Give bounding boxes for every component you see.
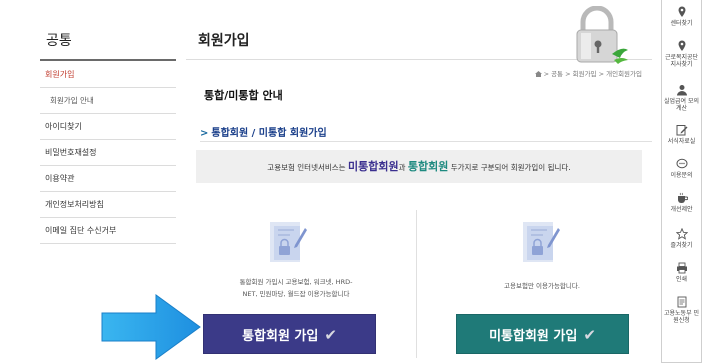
quick-item-label: 즐겨찾기 (670, 242, 693, 249)
sub-title-divider (200, 141, 652, 142)
quick-item-suggestion[interactable]: 개선제안 (662, 192, 701, 213)
info-integrated-highlight: 통합회원 (407, 160, 449, 173)
quick-item-label: 개선제안 (670, 206, 693, 213)
info-nonintegrated-highlight: 미통합회원 (347, 160, 399, 173)
quick-item-label: 고용노동부 민원신청 (663, 310, 700, 324)
sidebar-menu: 회원가입 회원가입 안내 아이디찾기 비밀번호재설정 이용약관 개인정보처리방침… (40, 62, 176, 244)
chevron-right-icon: > (200, 128, 209, 139)
sidebar-item-signup-guide[interactable]: 회원가입 안내 (40, 88, 176, 114)
padlock-icon (576, 6, 628, 64)
checkmark-icon: ✔ (583, 326, 596, 344)
integrated-description-line1: 통합회원 가입시 고용보험, 워크넷, HRD- (239, 278, 353, 286)
chat-icon (676, 158, 687, 169)
quick-item-label: 센터찾기 (670, 20, 693, 27)
document-icon (677, 296, 686, 308)
quick-menu-bar: 센터찾기 근로복지공단 지사찾기 실업급여 모의계산 서식자료실 이용문의 개선… (661, 0, 702, 363)
edit-icon (676, 125, 687, 136)
quick-item-center-search[interactable]: 센터찾기 (662, 6, 701, 27)
nonintegrated-signup-button[interactable]: 미통합회원 가입 ✔ (456, 314, 629, 354)
quick-item-label: 근로복지공단 지사찾기 (664, 54, 699, 68)
section-title: 통합/미통합 안내 (204, 89, 283, 102)
quick-item-inquiry[interactable]: 이용문의 (662, 158, 701, 179)
integrated-signup-button[interactable]: 통합회원 가입 ✔ (203, 314, 376, 354)
main-content: 회원가입 > 공통 > 회원가입 > 개인회원가입 통합/미통합 안내 > 통합회… (186, 0, 652, 363)
integrated-description-line2: NET, 민원마당, 월드잡 이용가능합니다 (242, 290, 350, 298)
coffee-icon (677, 192, 688, 203)
sidebar-title: 공통 (46, 33, 72, 49)
sidebar-item-terms[interactable]: 이용약관 (40, 166, 176, 192)
quick-item-benefit-calculator[interactable]: 실업급여 모의계산 (662, 84, 701, 112)
info-suffix: 두가지로 구분되어 회원가입이 됩니다. (448, 163, 571, 172)
map-pin-icon (678, 6, 685, 17)
sidebar-divider (40, 59, 176, 61)
info-prefix: 고용보험 인터넷서비스는 (267, 163, 348, 172)
star-icon (675, 228, 688, 240)
quick-item-label: 서식자료실 (667, 138, 696, 145)
quick-item-ministry-petition[interactable]: 고용노동부 민원신청 (662, 296, 701, 324)
pointer-arrow-icon (101, 294, 201, 360)
document-edit-icon (523, 222, 560, 262)
breadcrumb: > 공통 > 회원가입 > 개인회원가입 (534, 68, 642, 78)
nonintegrated-description: 고용보험만 이용가능합니다. (504, 282, 580, 290)
info-mid: 과 (398, 163, 408, 172)
column-divider (416, 210, 417, 358)
sidebar-item-reset-password[interactable]: 비밀번호재설정 (40, 140, 176, 166)
quick-item-favorites[interactable]: 즐겨찾기 (662, 228, 701, 249)
quick-item-label: 인쇄 (675, 276, 688, 283)
sidebar-item-signup[interactable]: 회원가입 (40, 62, 176, 88)
quick-item-print[interactable]: 인쇄 (662, 262, 701, 283)
integrated-description: 통합회원 가입시 고용보험, 워크넷, HRD- NET, 민원마당, 월드잡 … (210, 276, 382, 300)
sub-title: > 통합회원 / 미통합 회원가입 (200, 124, 327, 139)
nonintegrated-signup-label: 미통합회원 가입 (489, 329, 578, 344)
sidebar-item-email-refusal[interactable]: 이메일 집단 수신거부 (40, 218, 176, 244)
sidebar-item-find-id[interactable]: 아이디찾기 (40, 114, 176, 140)
print-icon (676, 262, 687, 274)
home-icon[interactable] (534, 71, 542, 77)
quick-item-forms[interactable]: 서식자료실 (662, 124, 701, 145)
quick-item-label: 실업급여 모의계산 (663, 98, 700, 112)
integrated-signup-label: 통합회원 가입 (242, 329, 319, 344)
info-box: 고용보험 인터넷서비스는 미통합회원과 통합회원 두가지로 구분되어 회원가입이… (196, 150, 642, 183)
quick-item-branch-search[interactable]: 근로복지공단 지사찾기 (662, 40, 701, 68)
document-edit-icon (270, 222, 307, 262)
sub-title-text: 통합회원 / 미통합 회원가입 (211, 128, 327, 139)
breadcrumb-path: > 공통 > 회원가입 > 개인회원가입 (543, 70, 642, 78)
person-icon (676, 85, 687, 96)
quick-item-label: 이용문의 (670, 172, 693, 179)
page-title: 회원가입 (198, 33, 250, 49)
checkmark-icon: ✔ (324, 326, 337, 344)
map-pin-icon (678, 40, 685, 51)
sidebar-item-privacy-policy[interactable]: 개인정보처리방침 (40, 192, 176, 218)
